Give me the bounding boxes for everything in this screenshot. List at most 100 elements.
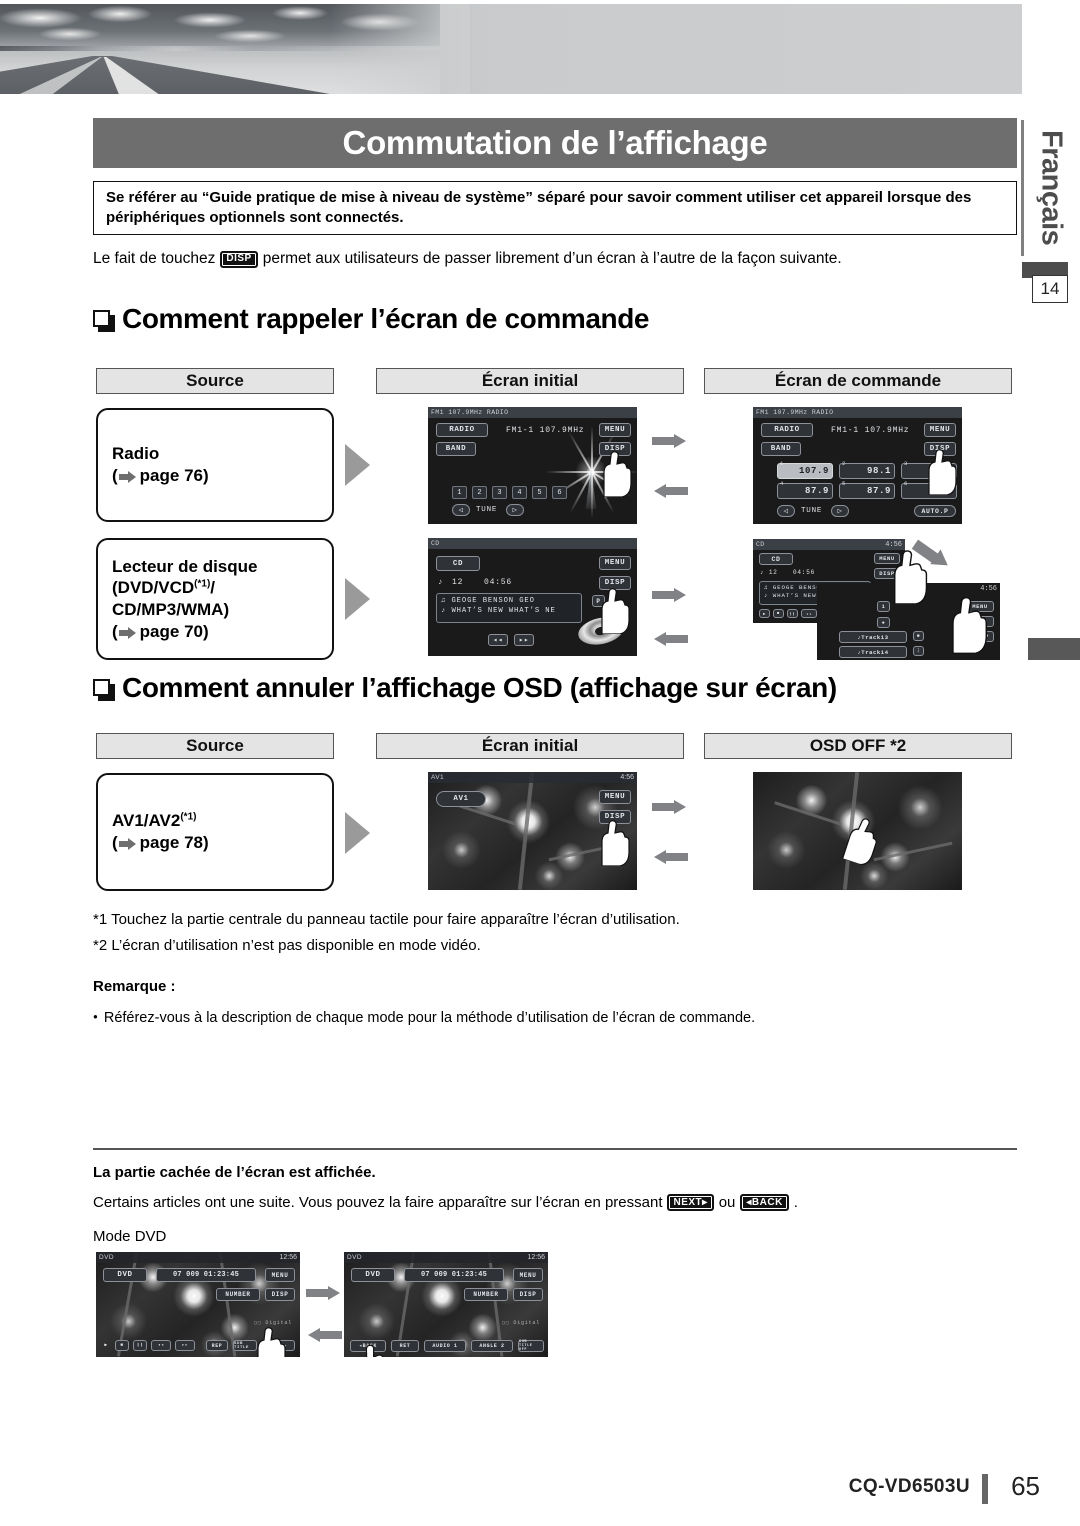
cd-control-pause-button[interactable]: ❙❙ [787,609,798,618]
cd-list-menu-button[interactable]: MENU [966,601,994,612]
dvd-next-play-button[interactable]: ▶ [101,1340,111,1350]
cd-list-num-1[interactable]: 1 [877,601,890,612]
arrow-right-inline-icon [118,626,136,639]
cd-list-disp-button[interactable]: DISP [966,616,994,627]
radio-initial-menu-button[interactable]: MENU [599,423,631,437]
cd-initial-artist: ♫ GEOGE BENSON GEO [441,597,535,605]
radio-control-disp-button[interactable]: DISP [924,442,956,456]
notice-box: Se référer au “Guide pratique de mise à … [93,181,1017,235]
radio-tune-up-button[interactable]: ▷ [506,504,524,516]
radio-initial-source-label: RADIO [436,423,488,437]
cd-control-stop-button[interactable]: ■ [773,609,784,618]
flow-arrow-left-3 [652,850,688,864]
col-header-source-2: Source [96,733,334,759]
dvd-next-number-button[interactable]: NUMBER [216,1288,260,1301]
intro-text-before: Le fait de touchez [93,250,216,267]
dvd-next-source-label: DVD [103,1268,147,1282]
av1-initial-disp-button[interactable]: DISP [599,810,631,824]
radio-control-tune-up-button[interactable]: ▷ [831,505,849,517]
cd-prev-button[interactable]: ◂◂ [488,634,508,646]
dvd-next-pause-button[interactable]: ❙❙ [133,1340,147,1351]
cd-initial-disp-button[interactable]: DISP [599,576,631,590]
screen-radio-control: FM1 107.9MHz RADIO RADIO FM1-1 107.9MHz … [753,407,962,524]
cd-control-disp-button[interactable]: DISP [874,568,900,579]
av1-initial-menu-button[interactable]: MENU [599,790,631,804]
footnote-1: *1 Touchez la partie centrale du panneau… [93,911,680,928]
dvd-back-audio-button[interactable]: AUDIO 1 [424,1340,466,1352]
source-box-radio: Radio (page 76) [96,408,334,522]
cd-control-play-button[interactable]: ▶ [759,609,770,618]
flow-arrow-right-2 [652,588,688,602]
dvd-back-back-button[interactable]: ◂ BACK [350,1340,386,1352]
cd-initial-status-text: CD [431,540,440,547]
radio-preset-2[interactable]: 2 [472,486,487,499]
dvd-next-fwd-button[interactable]: ▸▸ [175,1340,195,1351]
radio-preset-value-6[interactable]: 107. [901,483,957,499]
dvd-next-prev-button[interactable]: ◂◂ [151,1340,171,1351]
dvd-next-subtitle-button[interactable]: SUB TITLE [233,1340,257,1351]
radio-control-menu-button[interactable]: MENU [924,423,956,437]
radio-preset-value-1[interactable]: 107.9 [777,463,833,479]
dvd-next-clock: 12:56 [279,1254,297,1261]
col-header-source-1: Source [96,368,334,394]
cd-disc-graphic [575,613,627,649]
radio-preset-6[interactable]: 6 [552,486,567,499]
cd-control-prev-button[interactable]: ◂◂ [801,609,817,618]
flow-arrow-left-1 [652,484,688,498]
cd-list-clock: 4:56 [980,584,997,593]
radio-preset-value-3[interactable]: 107. [901,463,957,479]
radio-preset-value-5[interactable]: 87.9 [839,483,895,499]
flow-arrow-left-2 [652,632,688,646]
radio-preset-value-4[interactable]: 87.9 [777,483,833,499]
cd-list-scroll-down[interactable]: ⋮ [913,646,924,656]
radio-preset-value-2[interactable]: 98.1 [839,463,895,479]
radio-control-tune-down-button[interactable]: ◁ [777,505,795,517]
cd-list-track-13[interactable]: ♪ Track13 [839,631,907,643]
source-av-name: AV1/AV2(*1) [112,811,197,831]
cd-list-bullet-1[interactable]: ● [877,617,890,628]
dvd-back-angle-button[interactable]: ANGLE 2 [471,1340,513,1352]
dvd-back-status-text: DVD [347,1254,362,1261]
lang-tab: Français [1034,118,1068,258]
dvd-back-menu-button[interactable]: MENU [513,1268,543,1282]
screen-dvd-next: DVD 12:56 DVD 07 009 01:23:45 MENU NUMBE… [96,1252,300,1357]
cd-next-button[interactable]: ▸▸ [514,634,534,646]
radio-initial-disp-button[interactable]: DISP [599,442,631,456]
radio-preset-5[interactable]: 5 [532,486,547,499]
screen-av1-initial: AV1 4:56 AV1 MENU DISP [428,772,637,890]
cd-list-scroll-up[interactable]: ■ [913,631,924,641]
radio-auto-p-button[interactable]: AUTO.P [914,505,956,517]
section-divider [93,1148,1017,1150]
cd-control-menu-button[interactable]: MENU [874,553,900,564]
screen-dvd-back: DVD 12:56 DVD 07 009 01:23:45 MENU NUMBE… [344,1252,548,1357]
cd-initial-title: ♪ WHAT’S NEW WHAT’S NE [441,607,556,616]
cd-initial-menu-button[interactable]: MENU [599,556,631,570]
cd-list-statusbar: 4:56 [817,583,1000,594]
radio-initial-band-button[interactable]: BAND [436,442,476,456]
dvd-next-disp-button[interactable]: DISP [265,1288,295,1301]
dvd-back-ret-button[interactable]: RET [391,1340,419,1352]
radio-preset-1[interactable]: 1 [452,486,467,499]
section1-heading: Comment rappeler l’écran de commande [93,303,1017,335]
hidden-part-text: Certains articles ont une suite. Vous po… [93,1194,798,1211]
radio-preset-4[interactable]: 4 [512,486,527,499]
dvd-next-next-button[interactable]: NEXT ▸ [262,1340,295,1351]
cd-list-p-button[interactable]: P [980,631,994,642]
notice-text: Se référer au “Guide pratique de mise à … [106,189,972,227]
lang-tab-label: Français [1035,130,1068,246]
radio-tune-down-button[interactable]: ◁ [452,504,470,516]
dvd-next-rep-button[interactable]: REP [206,1340,228,1351]
radio-preset-3[interactable]: 3 [492,486,507,499]
dvd-next-menu-button[interactable]: MENU [265,1268,295,1282]
dvd-back-number-button[interactable]: NUMBER [464,1288,508,1301]
radio-control-band-button[interactable]: BAND [761,442,801,456]
cd-initial-p-button[interactable]: P [592,595,605,607]
radio-preset-num-2: 2 [842,460,847,467]
radio-control-tune-label: TUNE [801,507,823,515]
dvd-next-info: 07 009 01:23:45 [156,1268,256,1282]
source-box-av: AV1/AV2(*1) (page 78) [96,773,334,891]
dvd-back-subtitle-button[interactable]: SUB TITLE OFF [518,1340,544,1352]
cd-list-track-14[interactable]: ♪ Track14 [839,646,907,658]
dvd-back-disp-button[interactable]: DISP [513,1288,543,1301]
dvd-next-stop-button[interactable]: ■ [115,1340,129,1351]
